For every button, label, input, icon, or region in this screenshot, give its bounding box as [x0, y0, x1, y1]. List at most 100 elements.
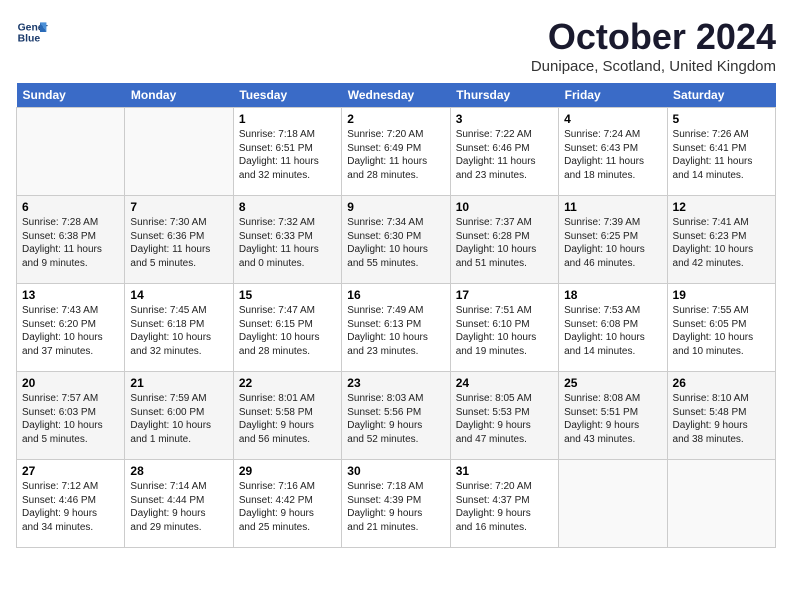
calendar-cell: 28 Sunrise: 7:14 AM Sunset: 4:44 PM Dayli… [125, 460, 233, 548]
day-number: 14 [130, 288, 227, 302]
day-number: 19 [673, 288, 770, 302]
calendar-cell: 9 Sunrise: 7:34 AM Sunset: 6:30 PM Daylig… [342, 196, 450, 284]
calendar-cell: 7 Sunrise: 7:30 AM Sunset: 6:36 PM Daylig… [125, 196, 233, 284]
calendar-cell: 17 Sunrise: 7:51 AM Sunset: 6:10 PM Dayli… [450, 284, 558, 372]
calendar-cell: 31Sunrise: 7:20 AM Sunset: 4:37 PM Dayli… [450, 460, 558, 548]
day-info: Sunrise: 8:05 AM Sunset: 5:53 PM Dayligh… [456, 392, 553, 446]
week-row-3: 13 Sunrise: 7:43 AM Sunset: 6:20 PM Dayli… [17, 284, 776, 372]
day-info: Sunrise: 7:32 AM Sunset: 6:33 PM Dayligh… [239, 216, 336, 270]
day-number: 20 [22, 376, 119, 390]
day-number: 7 [130, 200, 227, 214]
calendar-cell [667, 460, 775, 548]
calendar-table: SundayMondayTuesdayWednesdayThursdayFrid… [16, 83, 776, 548]
week-row-5: 27Sunrise: 7:12 AM Sunset: 4:46 PM Dayli… [17, 460, 776, 548]
month-title: October 2024 [531, 16, 776, 58]
day-number: 23 [347, 376, 444, 390]
calendar-cell: 22Sunrise: 8:01 AM Sunset: 5:58 PM Dayli… [233, 372, 341, 460]
calendar-body: 1Sunrise: 7:18 AM Sunset: 6:51 PM Daylig… [17, 108, 776, 548]
day-info: Sunrise: 7:30 AM Sunset: 6:36 PM Dayligh… [130, 216, 227, 270]
calendar-cell: 10 Sunrise: 7:37 AM Sunset: 6:28 PM Dayli… [450, 196, 558, 284]
calendar-cell [559, 460, 667, 548]
weekday-header-sunday: Sunday [17, 83, 125, 108]
calendar-cell: 8 Sunrise: 7:32 AM Sunset: 6:33 PM Daylig… [233, 196, 341, 284]
day-number: 6 [22, 200, 119, 214]
calendar-cell: 18 Sunrise: 7:53 AM Sunset: 6:08 PM Dayli… [559, 284, 667, 372]
day-number: 25 [564, 376, 661, 390]
calendar-cell: 26 Sunrise: 8:10 AM Sunset: 5:48 PM Dayli… [667, 372, 775, 460]
day-number: 26 [673, 376, 770, 390]
day-info: Sunrise: 7:55 AM Sunset: 6:05 PM Dayligh… [673, 304, 770, 358]
day-info: Sunrise: 7:26 AM Sunset: 6:41 PM Dayligh… [673, 128, 770, 182]
calendar-cell: 16 Sunrise: 7:49 AM Sunset: 6:13 PM Dayli… [342, 284, 450, 372]
weekday-header-row: SundayMondayTuesdayWednesdayThursdayFrid… [17, 83, 776, 108]
day-info: Sunrise: 7:20 AM Sunset: 6:49 PM Dayligh… [347, 128, 444, 182]
calendar-cell: 29Sunrise: 7:16 AM Sunset: 4:42 PM Dayli… [233, 460, 341, 548]
calendar-cell: 23 Sunrise: 8:03 AM Sunset: 5:56 PM Dayli… [342, 372, 450, 460]
page-header: General Blue October 2024 Dunipace, Scot… [16, 16, 776, 75]
logo: General Blue [16, 16, 48, 48]
calendar-cell: 24 Sunrise: 8:05 AM Sunset: 5:53 PM Dayli… [450, 372, 558, 460]
day-info: Sunrise: 8:10 AM Sunset: 5:48 PM Dayligh… [673, 392, 770, 446]
weekday-header-saturday: Saturday [667, 83, 775, 108]
day-number: 21 [130, 376, 227, 390]
day-info: Sunrise: 7:20 AM Sunset: 4:37 PM Dayligh… [456, 480, 553, 534]
day-number: 10 [456, 200, 553, 214]
day-info: Sunrise: 7:22 AM Sunset: 6:46 PM Dayligh… [456, 128, 553, 182]
calendar-cell: 30 Sunrise: 7:18 AM Sunset: 4:39 PM Dayli… [342, 460, 450, 548]
day-info: Sunrise: 7:39 AM Sunset: 6:25 PM Dayligh… [564, 216, 661, 270]
day-info: Sunrise: 7:37 AM Sunset: 6:28 PM Dayligh… [456, 216, 553, 270]
day-number: 11 [564, 200, 661, 214]
day-number: 28 [130, 464, 227, 478]
day-number: 22 [239, 376, 336, 390]
logo-icon: General Blue [16, 16, 48, 48]
day-number: 9 [347, 200, 444, 214]
day-number: 17 [456, 288, 553, 302]
day-info: Sunrise: 7:59 AM Sunset: 6:00 PM Dayligh… [130, 392, 227, 446]
day-info: Sunrise: 8:03 AM Sunset: 5:56 PM Dayligh… [347, 392, 444, 446]
day-number: 30 [347, 464, 444, 478]
day-number: 13 [22, 288, 119, 302]
day-info: Sunrise: 7:28 AM Sunset: 6:38 PM Dayligh… [22, 216, 119, 270]
calendar-cell: 14Sunrise: 7:45 AM Sunset: 6:18 PM Dayli… [125, 284, 233, 372]
week-row-2: 6 Sunrise: 7:28 AM Sunset: 6:38 PM Daylig… [17, 196, 776, 284]
calendar-cell: 27Sunrise: 7:12 AM Sunset: 4:46 PM Dayli… [17, 460, 125, 548]
weekday-header-thursday: Thursday [450, 83, 558, 108]
weekday-header-tuesday: Tuesday [233, 83, 341, 108]
calendar-cell: 2Sunrise: 7:20 AM Sunset: 6:49 PM Daylig… [342, 108, 450, 196]
calendar-cell: 6 Sunrise: 7:28 AM Sunset: 6:38 PM Daylig… [17, 196, 125, 284]
day-number: 5 [673, 112, 770, 126]
location: Dunipace, Scotland, United Kingdom [531, 58, 776, 75]
day-info: Sunrise: 7:43 AM Sunset: 6:20 PM Dayligh… [22, 304, 119, 358]
calendar-cell: 25 Sunrise: 8:08 AM Sunset: 5:51 PM Dayli… [559, 372, 667, 460]
day-number: 8 [239, 200, 336, 214]
calendar-cell: 15Sunrise: 7:47 AM Sunset: 6:15 PM Dayli… [233, 284, 341, 372]
day-number: 1 [239, 112, 336, 126]
calendar-cell: 5 Sunrise: 7:26 AM Sunset: 6:41 PM Daylig… [667, 108, 775, 196]
day-info: Sunrise: 7:34 AM Sunset: 6:30 PM Dayligh… [347, 216, 444, 270]
day-info: Sunrise: 7:14 AM Sunset: 4:44 PM Dayligh… [130, 480, 227, 534]
calendar-cell: 19 Sunrise: 7:55 AM Sunset: 6:05 PM Dayli… [667, 284, 775, 372]
calendar-cell [125, 108, 233, 196]
calendar-cell [17, 108, 125, 196]
calendar-cell: 13 Sunrise: 7:43 AM Sunset: 6:20 PM Dayli… [17, 284, 125, 372]
day-number: 4 [564, 112, 661, 126]
week-row-1: 1Sunrise: 7:18 AM Sunset: 6:51 PM Daylig… [17, 108, 776, 196]
day-info: Sunrise: 7:24 AM Sunset: 6:43 PM Dayligh… [564, 128, 661, 182]
calendar-cell: 4 Sunrise: 7:24 AM Sunset: 6:43 PM Daylig… [559, 108, 667, 196]
day-number: 3 [456, 112, 553, 126]
day-info: Sunrise: 7:47 AM Sunset: 6:15 PM Dayligh… [239, 304, 336, 358]
day-number: 27 [22, 464, 119, 478]
day-info: Sunrise: 7:51 AM Sunset: 6:10 PM Dayligh… [456, 304, 553, 358]
day-info: Sunrise: 7:53 AM Sunset: 6:08 PM Dayligh… [564, 304, 661, 358]
day-info: Sunrise: 8:08 AM Sunset: 5:51 PM Dayligh… [564, 392, 661, 446]
day-info: Sunrise: 7:41 AM Sunset: 6:23 PM Dayligh… [673, 216, 770, 270]
day-number: 12 [673, 200, 770, 214]
svg-text:Blue: Blue [18, 34, 41, 45]
day-number: 16 [347, 288, 444, 302]
day-info: Sunrise: 7:16 AM Sunset: 4:42 PM Dayligh… [239, 480, 336, 534]
day-number: 18 [564, 288, 661, 302]
day-number: 24 [456, 376, 553, 390]
day-info: Sunrise: 7:18 AM Sunset: 4:39 PM Dayligh… [347, 480, 444, 534]
day-info: Sunrise: 7:49 AM Sunset: 6:13 PM Dayligh… [347, 304, 444, 358]
week-row-4: 20Sunrise: 7:57 AM Sunset: 6:03 PM Dayli… [17, 372, 776, 460]
